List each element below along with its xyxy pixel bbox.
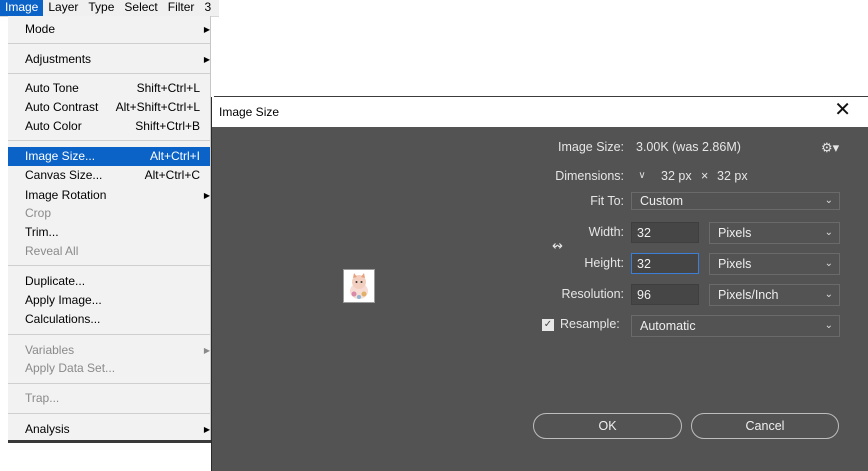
menu-filter[interactable]: Filter bbox=[163, 0, 200, 16]
resolution-unit-select[interactable]: Pixels/Inch ⌄ bbox=[709, 284, 840, 306]
submenu-arrow-icon: ▶ bbox=[203, 191, 210, 200]
submenu-arrow-icon: ▶ bbox=[203, 25, 210, 34]
preview-thumbnail-icon bbox=[350, 273, 368, 299]
menu-item-canvas-size[interactable]: Canvas Size... Alt+Ctrl+C bbox=[8, 166, 210, 185]
dimensions-times: × bbox=[701, 169, 709, 183]
resolution-input[interactable]: 96 bbox=[631, 284, 699, 305]
chevron-down-icon: ⌄ bbox=[824, 227, 833, 238]
dimensions-height: 32 px bbox=[717, 169, 748, 183]
menu-separator bbox=[8, 334, 210, 335]
chevron-down-icon: ⌄ bbox=[824, 195, 833, 206]
menu-item-apply-data-set: Apply Data Set... bbox=[25, 361, 116, 375]
fit-to-select[interactable]: Custom ⌄ bbox=[631, 192, 840, 210]
menu-item-mode[interactable]: Mode ▶ bbox=[8, 20, 210, 39]
menu-item-variables: Variables ▶ bbox=[8, 341, 210, 360]
chevron-down-icon: ⌄ bbox=[824, 258, 833, 269]
cancel-button[interactable]: Cancel bbox=[691, 413, 839, 439]
menu-item-auto-contrast[interactable]: Auto Contrast Alt+Shift+Ctrl+L bbox=[8, 98, 210, 117]
menu-separator bbox=[8, 43, 210, 44]
submenu-arrow-icon: ▶ bbox=[203, 55, 210, 64]
menu-select[interactable]: Select bbox=[119, 0, 162, 16]
resample-checkbox[interactable]: ✓ bbox=[542, 319, 554, 331]
menu-item-trap: Trap... bbox=[25, 391, 60, 405]
menu-item-calculations[interactable]: Calculations... bbox=[8, 310, 210, 329]
dialog-title: Image Size bbox=[219, 105, 280, 119]
menu-separator bbox=[8, 383, 210, 384]
menu-separator bbox=[8, 140, 210, 141]
width-unit-select[interactable]: Pixels ⌄ bbox=[709, 222, 840, 244]
image-menu-dropdown: Mode ▶ Adjustments ▶ Auto Tone Shift+Ctr… bbox=[8, 16, 211, 440]
menu-separator bbox=[8, 265, 210, 266]
menu-shadow bbox=[8, 440, 212, 443]
image-size-dialog: Image Size ✕ Image Size: 3.00K (was 2.86… bbox=[211, 97, 868, 471]
menu-item-trim[interactable]: Trim... bbox=[8, 223, 210, 242]
dimensions-label: Dimensions: bbox=[555, 169, 624, 183]
menu-separator bbox=[8, 73, 210, 74]
width-label: Width: bbox=[588, 225, 624, 239]
chevron-down-icon: ⌄ bbox=[824, 320, 833, 331]
menu-item-auto-tone[interactable]: Auto Tone Shift+Ctrl+L bbox=[8, 79, 210, 98]
menu-item-reveal-all: Reveal All bbox=[25, 244, 79, 258]
menu-item-adjustments[interactable]: Adjustments ▶ bbox=[8, 50, 210, 69]
menu-item-image-rotation[interactable]: Image Rotation ▶ bbox=[8, 186, 210, 205]
menu-bar: Image Layer Type Select Filter 3 bbox=[0, 0, 219, 17]
ok-button[interactable]: OK bbox=[533, 413, 682, 439]
height-unit-select[interactable]: Pixels ⌄ bbox=[709, 253, 840, 275]
menu-item-auto-color[interactable]: Auto Color Shift+Ctrl+B bbox=[8, 117, 210, 136]
gear-icon[interactable]: ⚙▾ bbox=[821, 140, 839, 156]
submenu-arrow-icon: ▶ bbox=[203, 425, 210, 434]
menu-item-analysis[interactable]: Analysis ▶ bbox=[8, 420, 210, 439]
close-icon[interactable]: ✕ bbox=[834, 100, 851, 120]
menu-item-image-size[interactable]: Image Size... Alt+Ctrl+I bbox=[8, 147, 210, 166]
chevron-down-icon[interactable]: ∨ bbox=[636, 171, 648, 183]
menu-layer[interactable]: Layer bbox=[43, 0, 83, 16]
image-size-label: Image Size: bbox=[557, 140, 624, 154]
menu-separator bbox=[8, 413, 210, 414]
menu-item-duplicate[interactable]: Duplicate... bbox=[8, 272, 210, 291]
image-size-value: 3.00K (was 2.86M) bbox=[636, 140, 741, 154]
submenu-arrow-icon: ▶ bbox=[203, 346, 210, 355]
resolution-label: Resolution: bbox=[561, 287, 624, 301]
width-input[interactable]: 32 bbox=[631, 222, 699, 243]
height-input[interactable]: 32 bbox=[631, 253, 699, 274]
menu-item-apply-image[interactable]: Apply Image... bbox=[8, 291, 210, 310]
chevron-down-icon: ⌄ bbox=[824, 289, 833, 300]
menu-type[interactable]: Type bbox=[83, 0, 119, 16]
dimensions-width: 32 px bbox=[661, 169, 692, 183]
dialog-titlebar: Image Size ✕ bbox=[212, 97, 868, 127]
fit-to-label: Fit To: bbox=[590, 194, 624, 208]
menu-image[interactable]: Image bbox=[0, 0, 44, 16]
height-label: Height: bbox=[584, 256, 624, 270]
resample-select[interactable]: Automatic ⌄ bbox=[631, 315, 840, 337]
image-preview bbox=[343, 269, 375, 303]
link-constrain-icon[interactable]: ↭ bbox=[552, 238, 563, 254]
resample-label: Resample: bbox=[560, 317, 620, 331]
menu-3d[interactable]: 3 bbox=[199, 0, 216, 16]
menu-item-crop: Crop bbox=[25, 206, 52, 220]
